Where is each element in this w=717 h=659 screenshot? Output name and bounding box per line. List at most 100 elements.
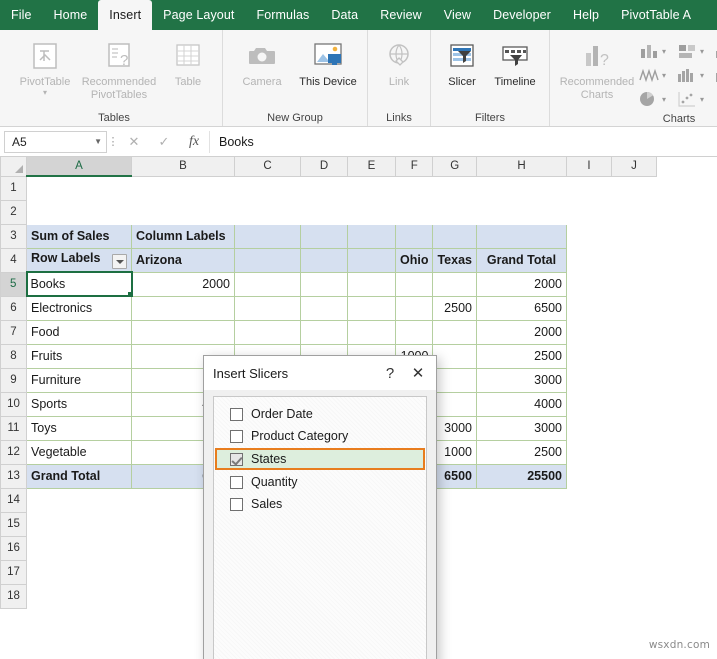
row-header-7[interactable]: 7 [0, 319, 27, 345]
cell-i2[interactable] [566, 200, 611, 224]
cell-g16[interactable] [433, 536, 477, 560]
cell-h11[interactable]: 3000 [475, 415, 567, 441]
cell-i1[interactable] [566, 176, 611, 200]
cell-j12[interactable] [611, 440, 656, 464]
tab-data[interactable]: Data [320, 0, 369, 30]
cell-c7[interactable] [234, 319, 301, 345]
cell-g18[interactable] [433, 584, 477, 608]
cell-d5[interactable] [300, 271, 348, 297]
cell-j2[interactable] [611, 200, 656, 224]
chevron-down-icon[interactable]: ▼ [94, 137, 102, 146]
cell-a12[interactable]: Vegetable [26, 439, 132, 465]
cell-h6[interactable]: 6500 [475, 295, 567, 321]
cell-j17[interactable] [611, 560, 656, 584]
cell-h16[interactable] [476, 536, 566, 560]
cell-g5[interactable] [432, 271, 477, 297]
chart-pie-button[interactable]: ▾ [638, 90, 676, 108]
cell-g7[interactable] [432, 319, 477, 345]
cell-j16[interactable] [611, 536, 656, 560]
row-header-16[interactable]: 16 [0, 535, 27, 561]
cell-j4[interactable] [611, 248, 656, 272]
ribbon-button-camera[interactable]: Camera [229, 35, 295, 89]
row-header-8[interactable]: 8 [0, 343, 27, 369]
checkbox-sales[interactable] [230, 497, 243, 511]
checkbox-order-date[interactable] [230, 407, 243, 421]
cell-i7[interactable] [566, 320, 611, 344]
row-header-3[interactable]: 3 [0, 223, 27, 249]
column-header-h[interactable]: H [475, 157, 567, 177]
cell-a2[interactable] [27, 200, 132, 224]
chevron-down-icon[interactable]: ▾ [700, 47, 704, 56]
cell-g9[interactable] [432, 367, 477, 393]
cell-j1[interactable] [611, 176, 656, 200]
filter-dropdown-icon[interactable] [112, 253, 127, 269]
cell-g13[interactable]: 6500 [432, 463, 477, 489]
cell-c2[interactable] [235, 200, 301, 224]
cell-e2[interactable] [348, 200, 396, 224]
cell-g4[interactable]: Texas [432, 247, 477, 273]
cell-g3[interactable] [432, 223, 477, 249]
cell-i15[interactable] [566, 512, 611, 536]
cell-h17[interactable] [476, 560, 566, 584]
cell-j6[interactable] [611, 296, 656, 320]
column-header-a[interactable]: A [26, 157, 132, 177]
tab-developer[interactable]: Developer [482, 0, 562, 30]
cell-e1[interactable] [348, 176, 396, 200]
cell-j18[interactable] [611, 584, 656, 608]
column-header-i[interactable]: I [565, 157, 612, 177]
cell-i6[interactable] [566, 296, 611, 320]
row-header-9[interactable]: 9 [0, 367, 27, 393]
ribbon-button-timeline[interactable]: Timeline [487, 35, 543, 89]
close-icon[interactable]: ✕ [404, 360, 432, 386]
column-header-e[interactable]: E [347, 157, 396, 177]
column-header-c[interactable]: C [234, 157, 301, 177]
cell-c4[interactable] [234, 247, 301, 273]
row-header-11[interactable]: 11 [0, 415, 27, 441]
cell-b4[interactable]: Arizona [131, 247, 235, 273]
cell-j14[interactable] [611, 488, 656, 512]
cell-a15[interactable] [27, 512, 132, 536]
chart-scatter-button[interactable]: ▾ [676, 90, 714, 108]
cell-a17[interactable] [27, 560, 132, 584]
cell-i5[interactable] [566, 272, 611, 296]
cell-j15[interactable] [611, 512, 656, 536]
chevron-down-icon[interactable]: ▾ [43, 88, 47, 96]
chart-column-button[interactable]: ▾ [638, 42, 676, 60]
cell-g12[interactable]: 1000 [432, 439, 477, 465]
cell-c6[interactable] [234, 295, 301, 321]
slicer-field-list[interactable]: Order Date Product Category States Quant… [213, 396, 427, 659]
cell-b3[interactable]: Column Labels [131, 223, 235, 249]
ribbon-button-recommended-pivottables[interactable]: ? Recommended PivotTables [78, 35, 160, 101]
list-item-quantity[interactable]: Quantity [215, 471, 425, 493]
cell-d7[interactable] [300, 319, 348, 345]
column-header-d[interactable]: D [300, 157, 348, 177]
cell-j13[interactable] [611, 464, 656, 488]
cell-c3[interactable] [234, 223, 301, 249]
enter-icon[interactable]: ✓ [149, 131, 179, 153]
cell-h2[interactable] [476, 200, 566, 224]
chart-line-button[interactable]: ▾ [638, 66, 676, 84]
cell-j9[interactable] [611, 368, 656, 392]
cell-a6[interactable]: Electronics [26, 295, 132, 321]
cell-i10[interactable] [566, 392, 611, 416]
cell-h1[interactable] [476, 176, 566, 200]
cell-e3[interactable] [347, 223, 396, 249]
cell-i8[interactable] [566, 344, 611, 368]
cell-i17[interactable] [566, 560, 611, 584]
cell-f7[interactable] [394, 319, 434, 345]
cell-g15[interactable] [433, 512, 477, 536]
cell-a13[interactable]: Grand Total [26, 463, 132, 489]
cell-f6[interactable] [394, 295, 434, 321]
tab-pivottable-analyze[interactable]: PivotTable A [610, 0, 691, 30]
cell-g1[interactable] [433, 176, 477, 200]
cell-f2[interactable] [396, 200, 433, 224]
ribbon-button-slicer[interactable]: Slicer [437, 35, 487, 89]
tab-home[interactable]: Home [43, 0, 99, 30]
cell-a14[interactable] [27, 488, 132, 512]
cell-j5[interactable] [611, 272, 656, 296]
cell-h5[interactable]: 2000 [475, 271, 567, 297]
tab-review[interactable]: Review [369, 0, 433, 30]
cell-g17[interactable] [433, 560, 477, 584]
cell-i16[interactable] [566, 536, 611, 560]
help-icon[interactable]: ? [376, 360, 404, 386]
